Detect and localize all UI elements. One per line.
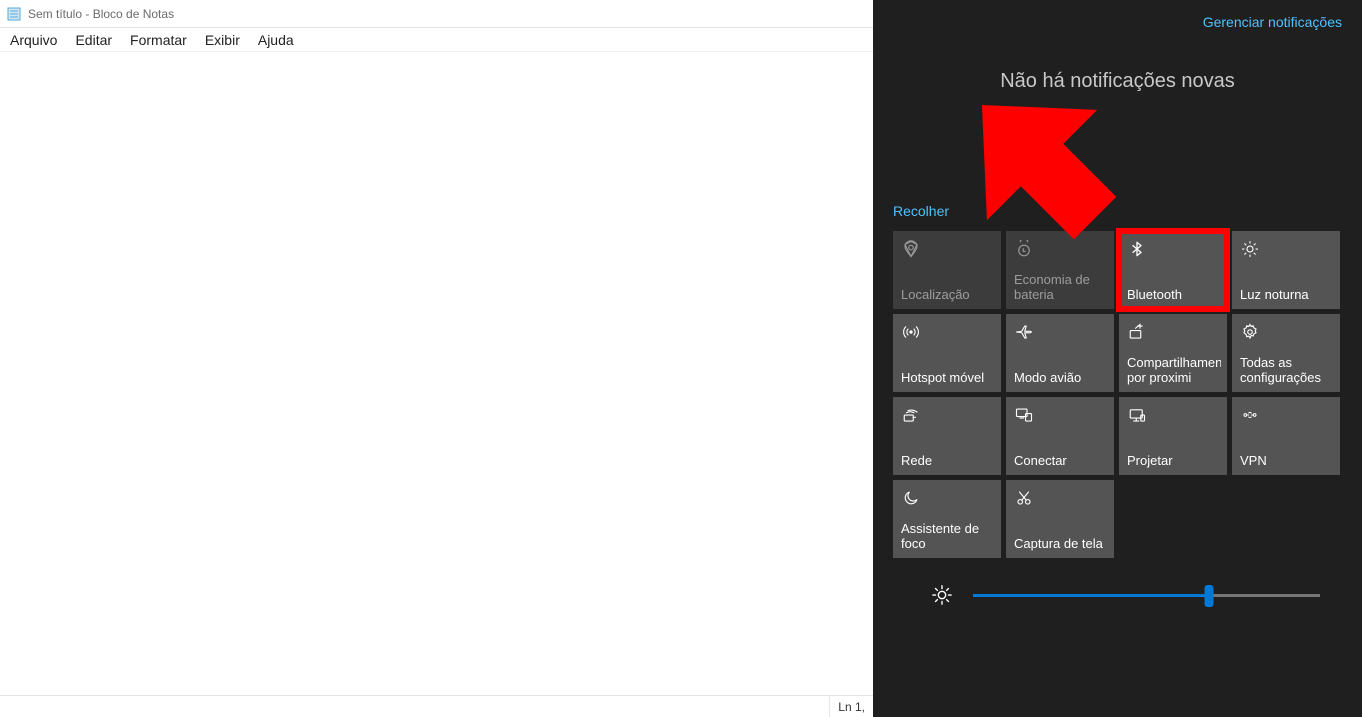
snip-icon: [1014, 488, 1034, 508]
tile-label: Hotspot móvel: [901, 371, 995, 386]
tile-label: Economia de bateria: [1014, 273, 1108, 303]
nightlight-icon: [1240, 239, 1260, 259]
manage-notifications-link[interactable]: Gerenciar notificações: [1203, 14, 1342, 30]
connect-icon: [1014, 405, 1034, 425]
nearby-icon: [1127, 322, 1147, 342]
notepad-window: Sem título - Bloco de Notas Arquivo Edit…: [0, 0, 873, 717]
quick-action-tiles: Localização Economia de bateria Bluetooth L…: [893, 231, 1342, 558]
location-icon: [901, 239, 921, 259]
action-center-panel: Gerenciar notificações Não há notificaçõ…: [873, 0, 1362, 717]
menu-file[interactable]: Arquivo: [10, 32, 57, 48]
bluetooth-icon: [1127, 239, 1147, 259]
brightness-slider[interactable]: [973, 594, 1320, 597]
menu-edit[interactable]: Editar: [75, 32, 112, 48]
settings-icon: [1240, 322, 1260, 342]
tile-label: Localização: [901, 288, 995, 303]
collapse-link[interactable]: Recolher: [893, 203, 1342, 219]
project-icon: [1127, 405, 1147, 425]
airplane-icon: [1014, 322, 1034, 342]
tile-label: Luz noturna: [1240, 288, 1334, 303]
notepad-icon: [6, 6, 22, 22]
status-cursor: Ln 1,: [829, 696, 873, 717]
no-notifications-message: Não há notificações novas: [893, 70, 1342, 93]
statusbar: Ln 1,: [0, 695, 873, 717]
tile-label: Rede: [901, 454, 995, 469]
tile-vpn[interactable]: VPN: [1232, 397, 1340, 475]
tile-label: Captura de tela: [1014, 537, 1108, 552]
hotspot-icon: [901, 322, 921, 342]
tile-connect[interactable]: Conectar: [1006, 397, 1114, 475]
window-title: Sem título - Bloco de Notas: [28, 7, 174, 21]
brightness-control: [893, 584, 1342, 606]
tile-label: Bluetooth: [1127, 288, 1221, 303]
tile-settings[interactable]: Todas as configurações: [1232, 314, 1340, 392]
battery-icon: [1014, 239, 1034, 259]
titlebar[interactable]: Sem título - Bloco de Notas: [0, 0, 873, 28]
text-editor[interactable]: [0, 52, 873, 695]
vpn-icon: [1240, 405, 1260, 425]
tile-bluetooth[interactable]: Bluetooth: [1119, 231, 1227, 309]
focus-icon: [901, 488, 921, 508]
brightness-icon: [931, 584, 953, 606]
tile-label: Conectar: [1014, 454, 1108, 469]
tile-label: Todas as configurações: [1240, 356, 1334, 386]
network-icon: [901, 405, 921, 425]
tile-label: Assistente de foco: [901, 522, 995, 552]
tile-network[interactable]: Rede: [893, 397, 1001, 475]
tile-focus[interactable]: Assistente de foco: [893, 480, 1001, 558]
menu-format[interactable]: Formatar: [130, 32, 187, 48]
tile-project[interactable]: Projetar: [1119, 397, 1227, 475]
tile-snip[interactable]: Captura de tela: [1006, 480, 1114, 558]
tile-hotspot[interactable]: Hotspot móvel: [893, 314, 1001, 392]
tile-nearby[interactable]: Compartilhamento por proximi: [1119, 314, 1227, 392]
tile-label: Modo avião: [1014, 371, 1108, 386]
menu-help[interactable]: Ajuda: [258, 32, 294, 48]
brightness-slider-thumb[interactable]: [1204, 585, 1213, 607]
tile-label: Compartilhamento por proximi: [1127, 356, 1221, 386]
tile-label: Projetar: [1127, 454, 1221, 469]
tile-label: VPN: [1240, 454, 1334, 469]
tile-nightlight[interactable]: Luz noturna: [1232, 231, 1340, 309]
tile-airplane[interactable]: Modo avião: [1006, 314, 1114, 392]
menubar: Arquivo Editar Formatar Exibir Ajuda: [0, 28, 873, 52]
tile-battery[interactable]: Economia de bateria: [1006, 231, 1114, 309]
tile-location[interactable]: Localização: [893, 231, 1001, 309]
menu-view[interactable]: Exibir: [205, 32, 240, 48]
